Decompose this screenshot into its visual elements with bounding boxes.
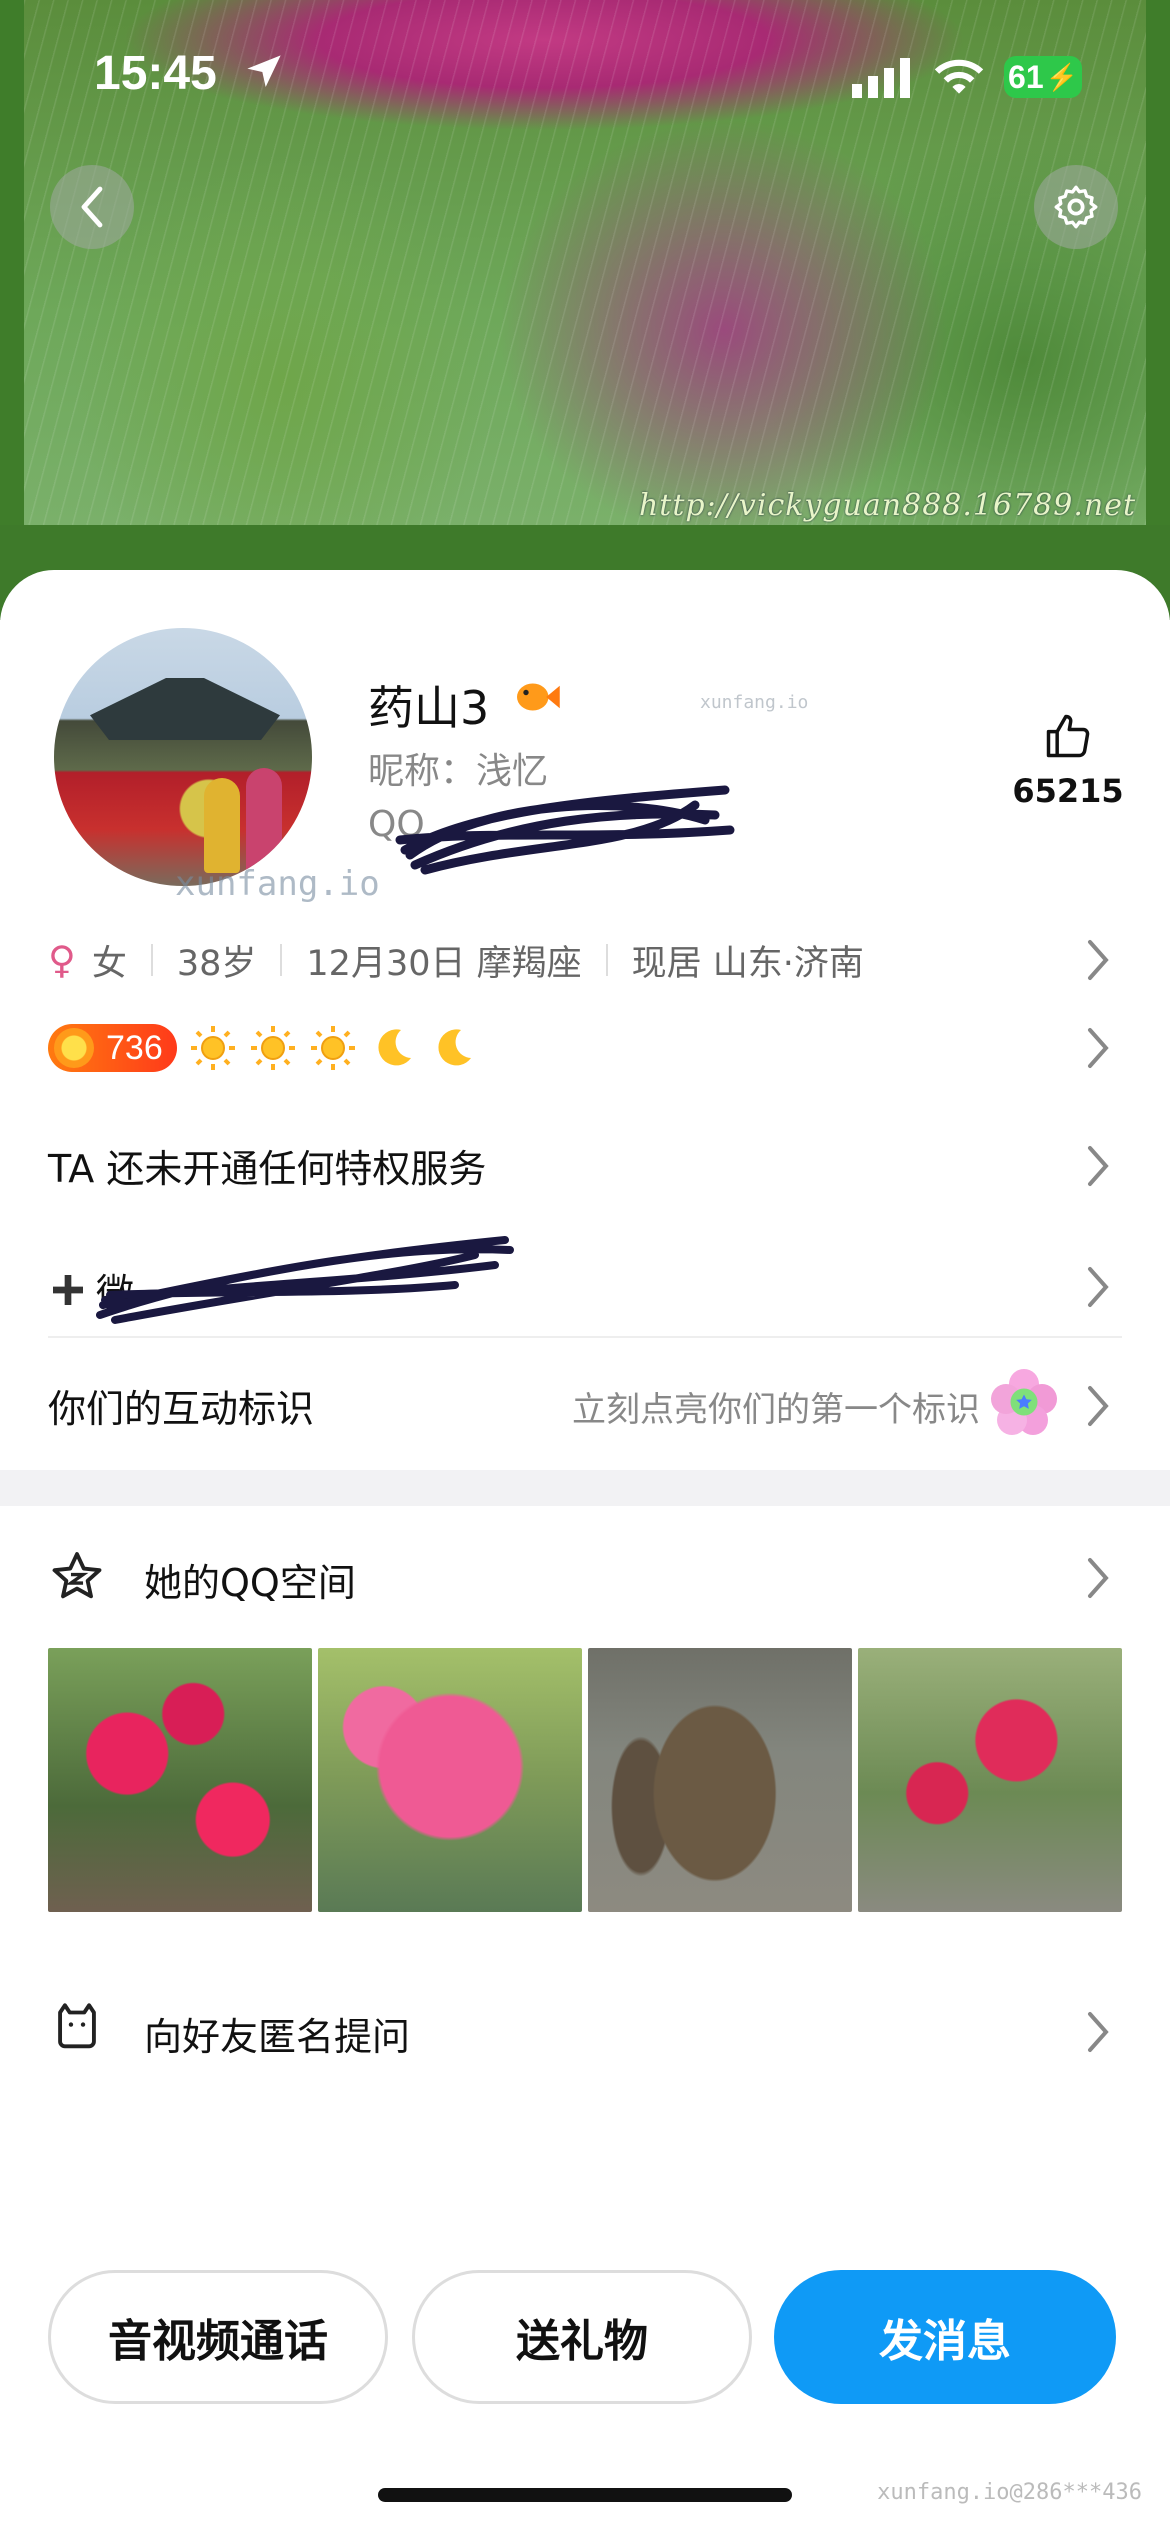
- sun-icon: [310, 1026, 355, 1070]
- settings-button[interactable]: [1034, 165, 1118, 249]
- sun-icon: [190, 1026, 235, 1070]
- qzone-photo[interactable]: [858, 1648, 1122, 1912]
- card-watermark: xunfang.io: [700, 692, 809, 713]
- redaction-scribble: [96, 1236, 514, 1324]
- chevron-right-icon: [1088, 940, 1109, 980]
- chevron-right-icon: [1088, 1028, 1109, 1068]
- level-row[interactable]: 736: [48, 1018, 477, 1078]
- chevron-right-icon: [1088, 2012, 1109, 2052]
- cover-url-text: http://vickyguan888.16789.net: [638, 488, 1136, 523]
- battery-indicator: 61 ⚡: [1004, 56, 1082, 98]
- cat-box-icon: [58, 2003, 96, 2049]
- like-count: 65215: [1012, 772, 1124, 810]
- chevron-left-icon: [81, 186, 103, 228]
- chevron-right-icon: [1088, 1558, 1109, 1598]
- location-text: 现居 山东·济南: [631, 943, 864, 984]
- level-badge: 736: [48, 1024, 177, 1072]
- chevron-right-icon: [1088, 1267, 1109, 1307]
- gear-icon: [1054, 185, 1098, 229]
- avatar-watermark: xunfang.io: [175, 864, 380, 904]
- wifi-icon: [934, 59, 984, 94]
- status-bar: 15:45 61 ⚡: [0, 0, 1170, 150]
- video-call-button[interactable]: 音视频通话: [48, 2270, 388, 2404]
- profile-name: 药山3: [368, 681, 490, 735]
- back-button[interactable]: [50, 165, 134, 249]
- sun-icon: [250, 1026, 295, 1070]
- privilege-row[interactable]: TA 还未开通任何特权服务: [48, 1138, 486, 1193]
- age-text: 38岁: [176, 943, 257, 984]
- qzone-photo[interactable]: [588, 1648, 852, 1912]
- moon-icon: [378, 1029, 411, 1066]
- send-message-button[interactable]: 发消息: [774, 2270, 1116, 2404]
- avatar[interactable]: [48, 622, 318, 892]
- home-indicator[interactable]: [378, 2488, 792, 2502]
- goldfish-icon: [517, 683, 560, 711]
- thumbs-up-icon[interactable]: [1042, 710, 1094, 762]
- send-gift-button[interactable]: 送礼物: [412, 2270, 752, 2404]
- gender-text: 女: [91, 943, 127, 984]
- anonymous-question-row[interactable]: 向好友匿名提问: [144, 2006, 410, 2061]
- qzone-photo[interactable]: [48, 1648, 312, 1912]
- plus-icon: [53, 1274, 83, 1305]
- interaction-row[interactable]: 你们的互动标识: [48, 1378, 314, 1433]
- birthday-text: 12月30日 摩羯座: [306, 943, 582, 984]
- female-icon: ♀: [48, 938, 76, 982]
- chevron-right-icon: [1088, 1386, 1109, 1426]
- moon-icon: [438, 1029, 471, 1066]
- location-arrow-icon: [247, 55, 281, 87]
- profile-info-row[interactable]: ♀ 女 38岁 12月30日 摩羯座 现居 山东·济南: [48, 930, 1122, 990]
- interaction-hint: 立刻点亮你们的第一个标识: [572, 1390, 980, 1430]
- qzone-star-icon: [52, 1552, 102, 1599]
- qzone-row[interactable]: 她的QQ空间: [144, 1552, 356, 1607]
- cellular-signal-icon: [852, 58, 910, 98]
- redaction-scribble: [395, 785, 735, 875]
- footer-watermark: xunfang.io@286***436: [877, 2480, 1142, 2505]
- qzone-photo-strip: [48, 1648, 1122, 1912]
- status-time: 15:45: [94, 47, 217, 100]
- chevron-right-icon: [1088, 1146, 1109, 1186]
- flower-badge-icon: [991, 1369, 1057, 1435]
- profile-page: http://vickyguan888.16789.net 15:45 61 ⚡ …: [0, 0, 1170, 2532]
- qzone-photo[interactable]: [318, 1648, 582, 1912]
- crown-icon: [54, 1028, 94, 1068]
